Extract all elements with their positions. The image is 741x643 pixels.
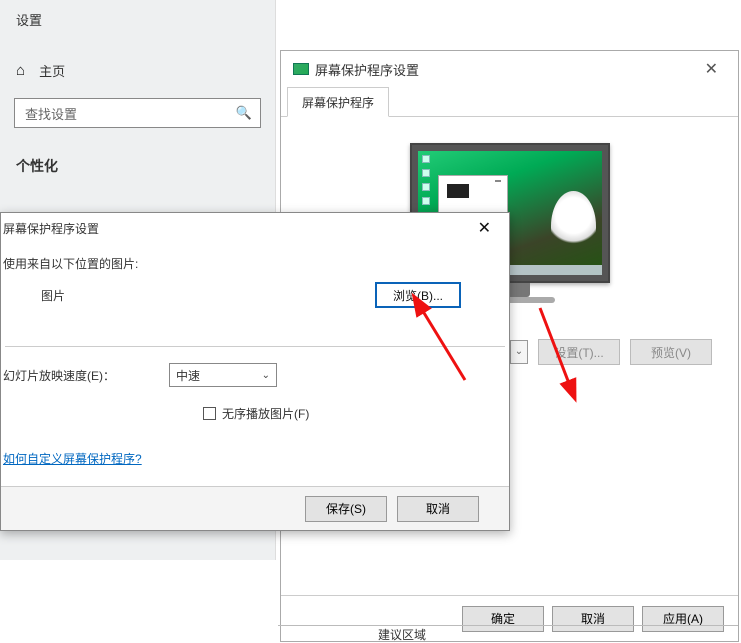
speed-select[interactable]: 中速 ⌄ (169, 363, 277, 387)
screensaver-icon (293, 63, 309, 75)
close-icon[interactable]: ✕ (697, 57, 726, 81)
browse-button[interactable]: 浏览(B)... (375, 282, 461, 308)
screensaver-titlebar: 屏幕保护程序设置 ✕ (281, 51, 738, 87)
home-icon: ⌂ (16, 62, 25, 79)
section-personalization: 个性化 (0, 128, 275, 186)
save-button[interactable]: 保存(S) (305, 496, 387, 522)
help-link[interactable]: 如何自定义屏幕保护程序? (1, 422, 509, 467)
search-icon: 🔍 (236, 105, 252, 121)
tab-screensaver[interactable]: 屏幕保护程序 (287, 87, 389, 117)
screensaver-select-partial[interactable]: ⌄ (510, 340, 528, 364)
photo-dialog-title: 屏幕保护程序设置 (1, 220, 99, 237)
photo-settings-dialog: 屏幕保护程序设置 ✕ 使用来自以下位置的图片: 图片 浏览(B)... 幻灯片放… (0, 212, 510, 531)
picture-folder-label: 图片 (41, 287, 65, 304)
bottom-fragment: 建议区域 (278, 625, 738, 643)
screensaver-title: 屏幕保护程序设置 (315, 60, 419, 79)
home-label: 主页 (39, 61, 65, 80)
tab-strip: 屏幕保护程序 (281, 87, 738, 117)
speed-label: 幻灯片放映速度(E)： (3, 367, 153, 384)
chevron-down-icon: ⌄ (262, 370, 270, 381)
source-label: 使用来自以下位置的图片: (1, 243, 509, 278)
shuffle-checkbox[interactable] (203, 407, 216, 420)
settings-title: 设置 (0, 0, 275, 39)
settings-button[interactable]: 设置(T)... (538, 339, 620, 365)
cancel-button[interactable]: 取消 (397, 496, 479, 522)
close-icon[interactable]: ✕ (472, 218, 497, 238)
preview-button[interactable]: 预览(V) (630, 339, 712, 365)
speed-value: 中速 (176, 367, 200, 384)
nav-home[interactable]: ⌂ 主页 (0, 39, 275, 98)
search-input[interactable]: 查找设置 🔍 (14, 98, 261, 128)
shuffle-label: 无序播放图片(F) (222, 405, 309, 422)
search-placeholder: 查找设置 (25, 104, 77, 123)
